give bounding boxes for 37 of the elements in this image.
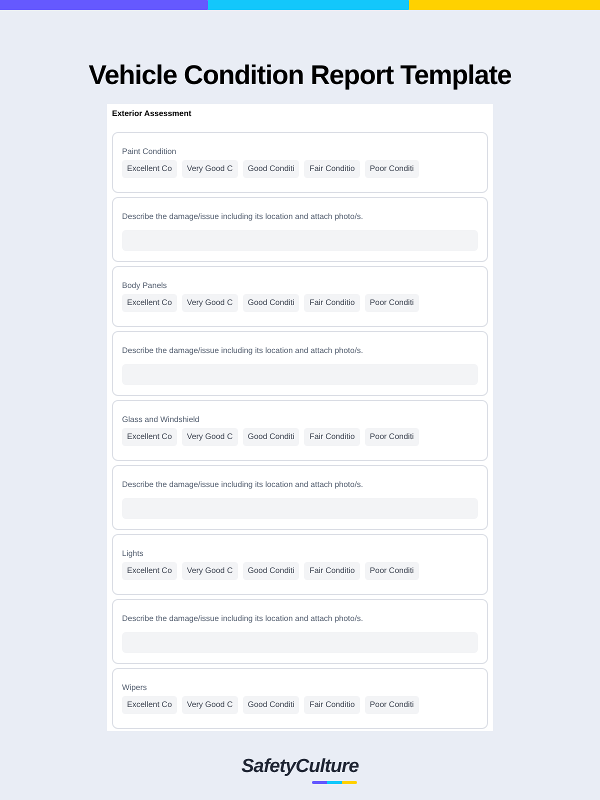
option-chip[interactable]: Good Conditi [242, 562, 300, 580]
option-chip[interactable]: Poor Conditi [364, 696, 419, 714]
option-chip[interactable]: Good Conditi [242, 160, 300, 178]
option-chip[interactable]: Poor Conditi [364, 428, 419, 446]
field-label: Describe the damage/issue including its location and attach photo/s. [122, 480, 364, 490]
option-chip[interactable]: Fair Conditio [304, 428, 360, 446]
option-chip[interactable]: Fair Conditio [304, 160, 360, 178]
field-label: Describe the damage/issue including its location and attach photo/s. [122, 212, 364, 222]
option-chip[interactable]: Good Conditi [242, 696, 300, 714]
option-chip[interactable]: Very Good C [182, 696, 238, 714]
option-chip[interactable]: Excellent Co [122, 562, 177, 580]
question-label: Glass and Windshield [122, 415, 200, 425]
option-chip[interactable]: Excellent Co [122, 428, 177, 446]
question-label: Paint Condition [122, 147, 178, 157]
option-chip[interactable]: Very Good C [182, 160, 238, 178]
option-chip[interactable]: Fair Conditio [304, 562, 360, 580]
question-label: Body Panels [122, 281, 168, 291]
option-chip[interactable]: Very Good C [182, 428, 238, 446]
brand-logo: SafetyCulture [241, 753, 359, 782]
field-label: Describe the damage/issue including its location and attach photo/s. [122, 614, 364, 624]
option-chip[interactable]: Very Good C [182, 562, 238, 580]
field-label: Describe the damage/issue including its location and attach photo/s. [122, 346, 364, 356]
section-heading: Exterior Assessment [112, 108, 192, 120]
option-chip[interactable]: Poor Conditi [364, 294, 419, 312]
option-chip[interactable]: Excellent Co [122, 294, 177, 312]
option-chip[interactable]: Good Conditi [242, 428, 300, 446]
option-chip[interactable]: Fair Conditio [304, 696, 360, 714]
page-title: Vehicle Condition Report Template [88, 59, 512, 92]
option-chip[interactable]: Very Good C [182, 294, 238, 312]
option-chip[interactable]: Good Conditi [242, 294, 300, 312]
question-label: Lights [122, 549, 144, 559]
option-chip[interactable]: Poor Conditi [364, 160, 419, 178]
option-chip[interactable]: Excellent Co [122, 160, 177, 178]
option-chip[interactable]: Fair Conditio [304, 294, 360, 312]
option-chip[interactable]: Poor Conditi [364, 562, 419, 580]
question-label: Wipers [122, 683, 148, 693]
option-chip[interactable]: Excellent Co [122, 696, 177, 714]
